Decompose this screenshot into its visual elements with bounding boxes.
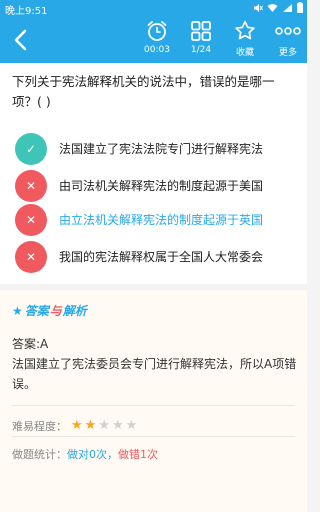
star-icon: ★ (12, 303, 23, 318)
option-d[interactable]: ✕ 我国的宪法解释权属于全国人大常委会 (15, 241, 305, 273)
option-a-text: 法国建立了宪法法院专门进行解释宪法 (59, 142, 264, 156)
stats-row: 做题统计：做对0次，做错1次 (12, 446, 158, 462)
stats-wrong: 做错1次 (118, 448, 158, 461)
option-c-text: 由立法机关解释宪法的制度起源于英国 (59, 213, 264, 227)
timer-label: 00:03 (144, 45, 170, 55)
star-outline-icon (235, 20, 255, 40)
question-content: 下列关于宪法解释机关的说法中，错误的是哪一项？( ) ✓ 法国建立了宪法法院专门… (0, 63, 307, 512)
analysis-title: ★ 答案 与 解析 (12, 302, 87, 319)
option-d-text: 我国的宪法解释权属于全国人大常委会 (59, 250, 264, 264)
answer-text: 答案:A (12, 337, 49, 351)
star-empty-icon: ★ (125, 418, 138, 433)
mute-icon (254, 3, 263, 12)
analysis-title-answer: 答案 (24, 304, 49, 318)
star-filled-icon: ★ (84, 418, 97, 433)
explanation-text: 法国建立了宪法委员会专门进行解释宪法，所以A项错误。 (12, 357, 297, 391)
grid-icon (191, 21, 211, 41)
favorite-label: 收藏 (235, 48, 254, 58)
difficulty-row: 难易程度： ★ ★ ★ ★ ★ (12, 418, 139, 434)
status-time: 晚上9:51 (5, 6, 48, 17)
wifi-icon (267, 3, 278, 12)
check-icon: ✓ (15, 133, 47, 165)
progress-button[interactable]: 1/24 (181, 20, 221, 62)
stats-label: 做题统计： (12, 448, 67, 461)
cross-icon: ✕ (15, 204, 47, 236)
star-filled-icon: ★ (71, 418, 83, 433)
star-empty-icon: ★ (98, 418, 110, 433)
more-dots-icon (275, 27, 301, 35)
cross-icon: ✕ (15, 170, 47, 202)
alarm-clock-icon (147, 21, 167, 41)
stats-correct: 做对0次 (67, 448, 107, 461)
option-b[interactable]: ✕ 由司法机关解释宪法的制度起源于美国 (15, 170, 305, 202)
star-empty-icon: ★ (111, 418, 124, 433)
divider (12, 436, 295, 437)
option-a[interactable]: ✓ 法国建立了宪法法院专门进行解释宪法 (15, 133, 305, 165)
option-c[interactable]: ✕ 由立法机关解释宪法的制度起源于英国 (15, 204, 305, 236)
more-label: 更多 (278, 48, 297, 58)
analysis-title-explain: 解析 (62, 304, 87, 318)
more-button[interactable]: 更多 (268, 20, 308, 62)
analysis-title-with: 与 (49, 304, 62, 318)
analysis-panel: ★ 答案 与 解析 答案:A 法国建立了宪法委员会专门进行解释宪法，所以A项错误… (0, 290, 307, 512)
progress-label: 1/24 (190, 45, 212, 55)
difficulty-stars: ★ ★ ★ ★ ★ (71, 419, 139, 433)
nav-bar: 00:03 1/24 收藏 更多 (0, 17, 307, 63)
timer-button[interactable]: 00:03 (137, 20, 177, 62)
back-button[interactable] (10, 27, 34, 53)
option-b-text: 由司法机关解释宪法的制度起源于美国 (59, 179, 264, 193)
status-bar: 晚上9:51 (0, 0, 307, 17)
divider (12, 405, 295, 406)
signal-icon (283, 3, 292, 12)
back-arrow-icon (14, 29, 27, 51)
question-text: 下列关于宪法解释机关的说法中，错误的是哪一项？( ) (12, 74, 275, 109)
stats-separator: ， (107, 448, 118, 461)
difficulty-label: 难易程度： (12, 420, 67, 433)
cross-icon: ✕ (15, 241, 47, 273)
battery-icon (297, 2, 303, 13)
status-icons (253, 2, 303, 13)
favorite-button[interactable]: 收藏 (225, 20, 265, 62)
